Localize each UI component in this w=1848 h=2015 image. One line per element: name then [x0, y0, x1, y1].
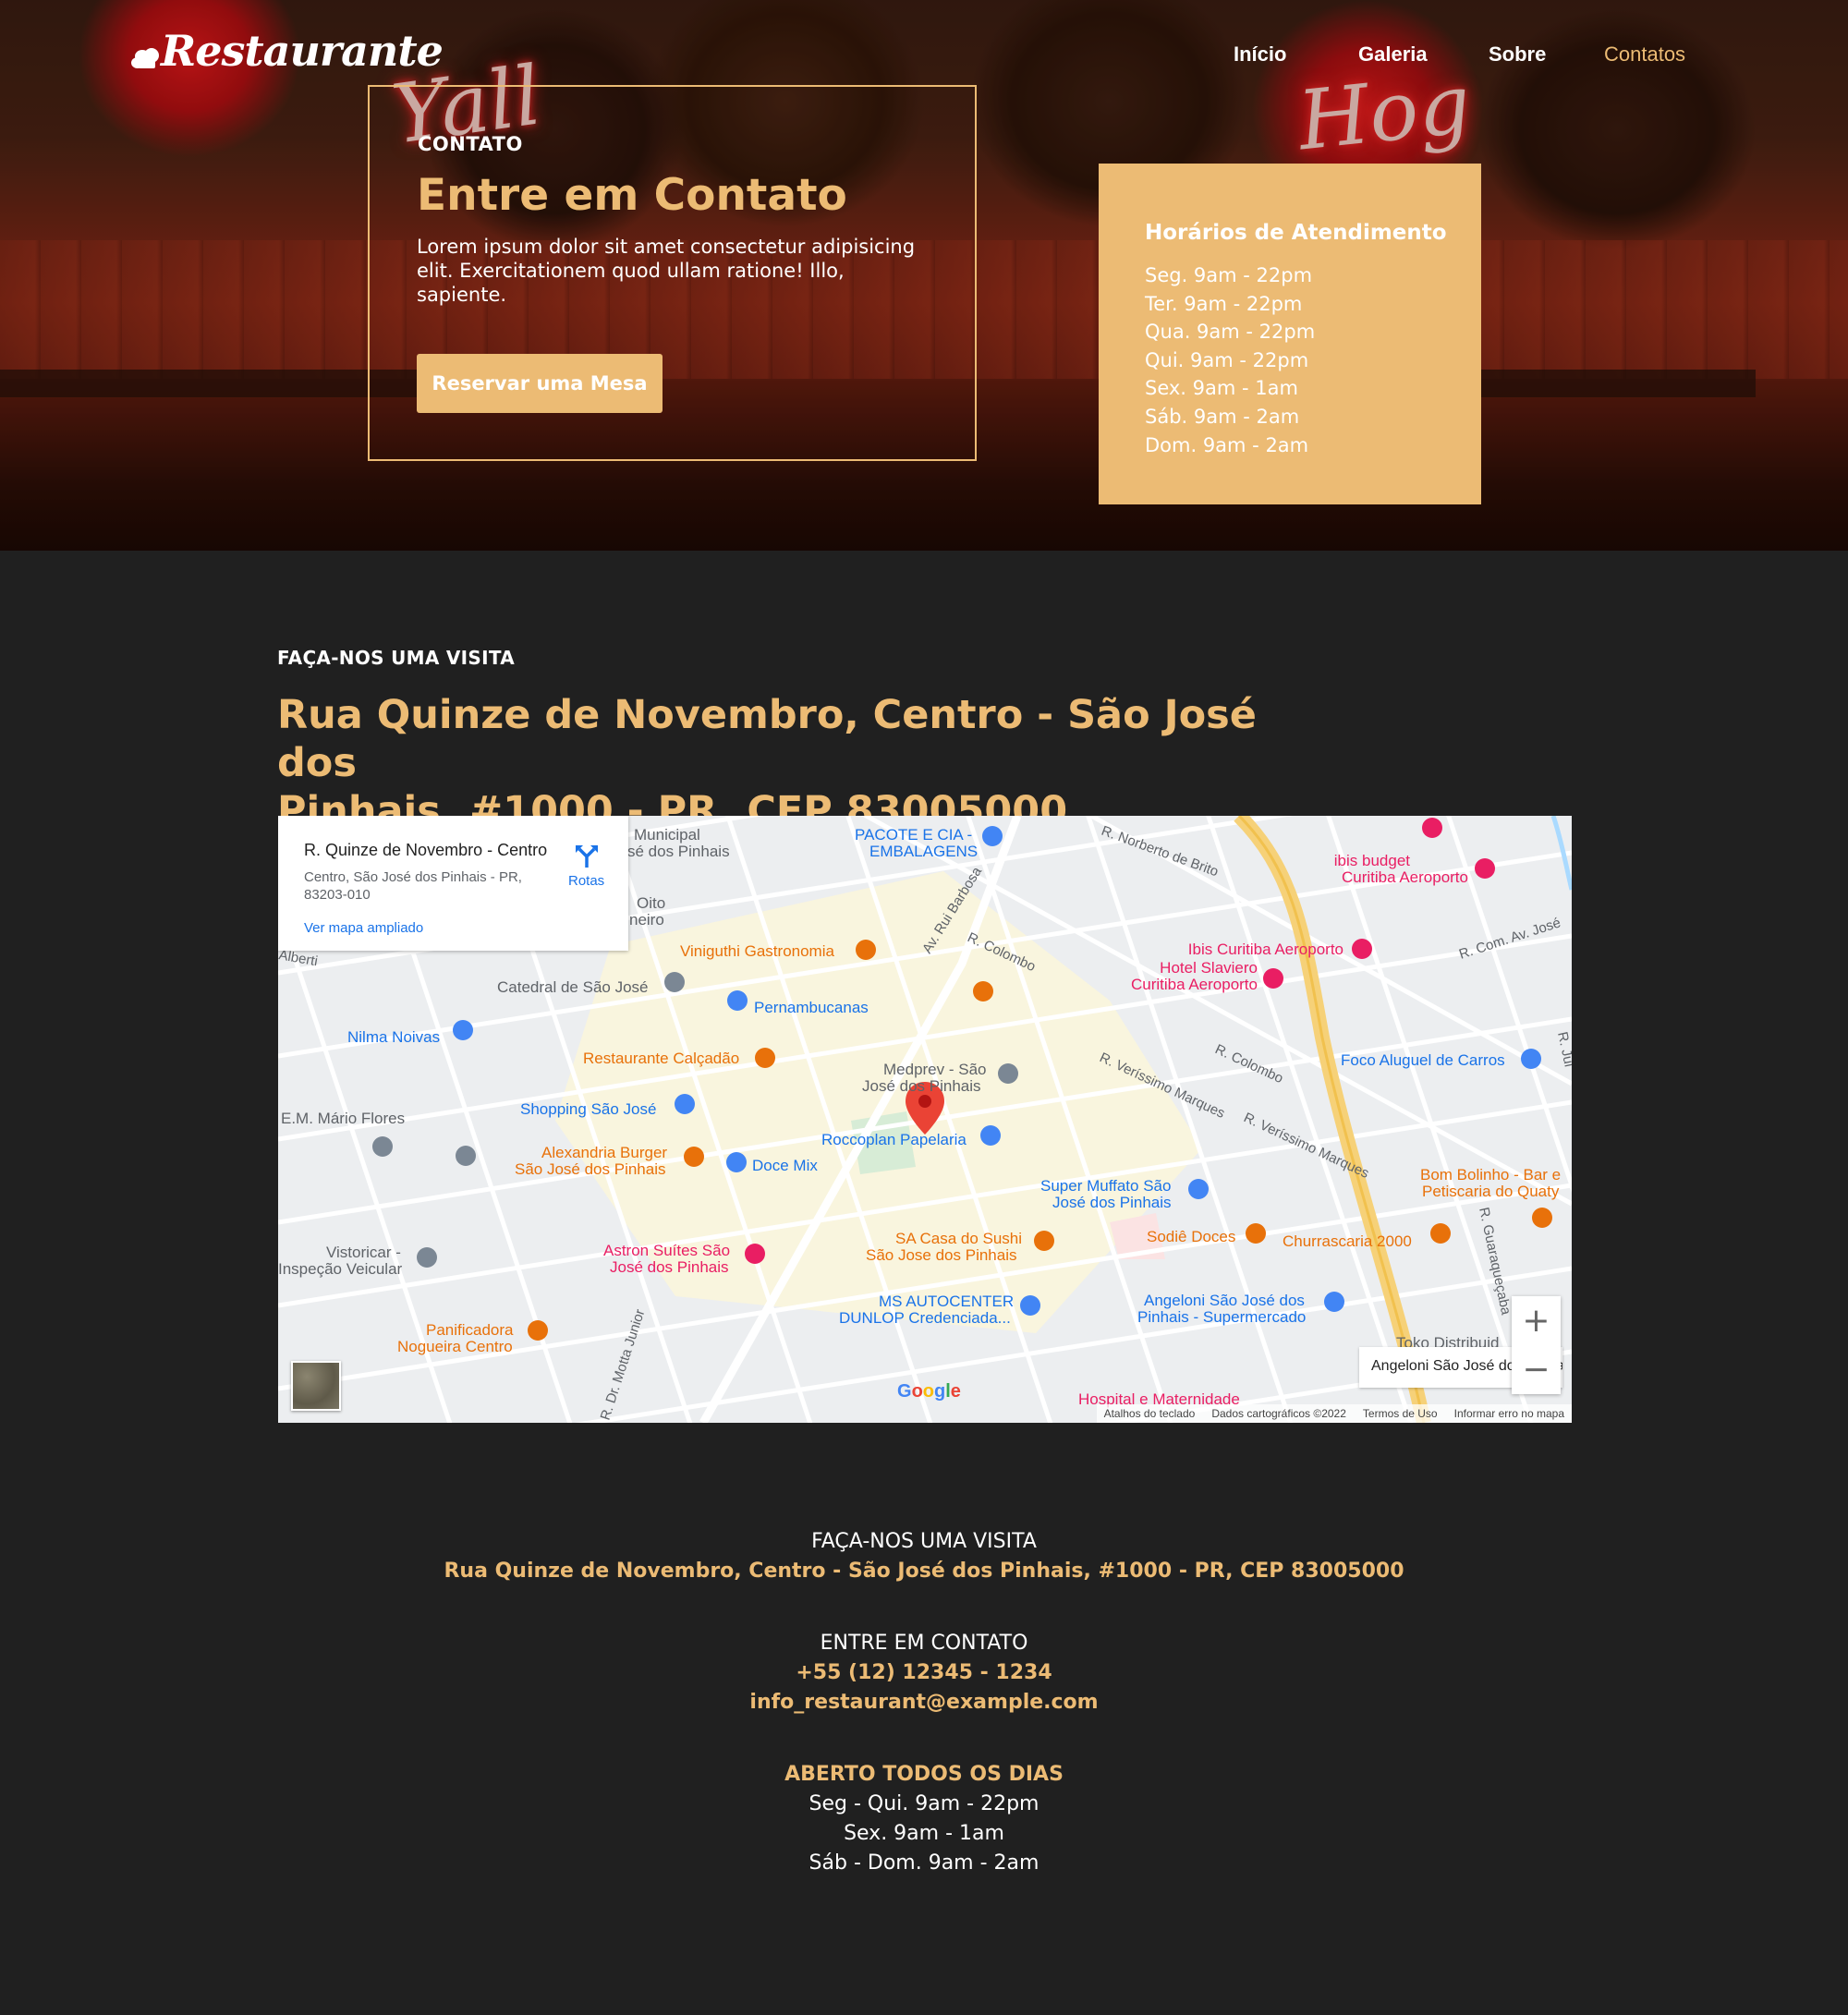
hours-item: Seg. 9am - 22pm: [1145, 264, 1313, 286]
svg-text:Doce Mix: Doce Mix: [752, 1157, 818, 1174]
terms-link[interactable]: Termos de Uso: [1363, 1407, 1438, 1423]
directions-icon[interactable]: [574, 844, 600, 869]
google-logo: Google: [897, 1381, 961, 1402]
svg-text:Sodiê Doces: Sodiê Doces: [1147, 1228, 1235, 1245]
nav-item-sobre[interactable]: Sobre: [1489, 42, 1604, 67]
svg-text:Astron Suítes São: Astron Suítes São: [603, 1242, 730, 1259]
svg-text:Alexandria Burger: Alexandria Burger: [541, 1144, 667, 1161]
directions-label[interactable]: Rotas: [568, 873, 604, 889]
info-hours-line: Sex. 9am - 1am: [844, 1822, 1004, 1845]
map-zoom-controls: + −: [1512, 1296, 1561, 1394]
report-error-link[interactable]: Informar erro no mapa: [1454, 1407, 1564, 1423]
hours-item: Dom. 9am - 2am: [1145, 433, 1309, 456]
opening-hours-card: Horários de Atendimento Seg. 9am - 22pm …: [1099, 164, 1481, 504]
visit-eyebrow: FAÇA-NOS UMA VISITA: [277, 647, 516, 669]
info-phone[interactable]: +55 (12) 12345 - 1234: [0, 1658, 1848, 1688]
svg-text:Panificadora: Panificadora: [426, 1321, 514, 1339]
svg-text:Petiscaria do Quaty: Petiscaria do Quaty: [1422, 1183, 1560, 1200]
svg-text:Ibis Curitiba Aeroporto: Ibis Curitiba Aeroporto: [1188, 941, 1343, 958]
info-email[interactable]: info_restaurant@example.com: [0, 1688, 1848, 1718]
visit-address: Rua Quinze de Novembro, Centro - São Jos…: [277, 691, 1294, 835]
satellite-view-toggle[interactable]: [291, 1361, 341, 1411]
map-place-address: Centro, São José dos Pinhais - PR, 83203…: [304, 869, 522, 903]
svg-text:Pernambucanas: Pernambucanas: [754, 999, 869, 1016]
hours-item: Sex. 9am - 1am: [1145, 377, 1298, 400]
svg-text:Restaurante Calçadão: Restaurante Calçadão: [583, 1050, 739, 1067]
svg-text:Bom Bolinho - Bar e: Bom Bolinho - Bar e: [1420, 1166, 1561, 1184]
zoom-in-button[interactable]: +: [1512, 1296, 1561, 1345]
svg-text:sé dos Pinhais: sé dos Pinhais: [627, 843, 730, 860]
svg-text:Inspeção Veicular: Inspeção Veicular: [278, 1260, 403, 1278]
map-place-title: R. Quinze de Novembro - Centro: [304, 841, 548, 859]
svg-text:ibis budget: ibis budget: [1334, 852, 1411, 869]
svg-text:Nogueira Centro: Nogueira Centro: [397, 1338, 513, 1355]
info-hours-heading: ABERTO TODOS OS DIAS: [784, 1763, 1064, 1786]
nav-item-contatos[interactable]: Contatos: [1604, 42, 1685, 67]
logo[interactable]: Restaurante: [129, 26, 444, 76]
info-hours-line: Sáb - Dom. 9am - 2am: [808, 1851, 1040, 1875]
opening-hours-list: Seg. 9am - 22pm Ter. 9am - 22pm Qua. 9am…: [1145, 261, 1315, 459]
info-contact: ENTRE EM CONTATO +55 (12) 12345 - 1234 i…: [0, 1629, 1848, 1718]
contact-description: Lorem ipsum dolor sit amet consectetur a…: [417, 236, 916, 306]
svg-text:Roccoplan Papelaria: Roccoplan Papelaria: [821, 1131, 967, 1148]
map-attribution: Atalhos do teclado Dados cartográficos ©…: [1096, 1404, 1572, 1423]
svg-text:DUNLOP Credenciada...: DUNLOP Credenciada...: [839, 1309, 1011, 1327]
hours-item: Ter. 9am - 22pm: [1145, 292, 1303, 315]
keyboard-shortcuts-link[interactable]: Atalhos do teclado: [1104, 1407, 1196, 1423]
svg-text:Super Muffato São: Super Muffato São: [1040, 1177, 1171, 1195]
svg-text:José dos Pinhais: José dos Pinhais: [1052, 1194, 1172, 1211]
svg-text:Medprev - São: Medprev - São: [883, 1061, 987, 1078]
nav-item-galeria[interactable]: Galeria: [1358, 42, 1489, 67]
page-title: Entre em Contato: [417, 170, 847, 221]
map-data-credit: Dados cartográficos ©2022: [1211, 1407, 1346, 1420]
svg-text:Nilma Noivas: Nilma Noivas: [347, 1028, 440, 1046]
svg-text:Pinhais - Supermercado: Pinhais - Supermercado: [1137, 1308, 1306, 1326]
info-visit: FAÇA-NOS UMA VISITA Rua Quinze de Novemb…: [0, 1527, 1848, 1586]
hours-item: Qua. 9am - 22pm: [1145, 321, 1316, 344]
info-hours: ABERTO TODOS OS DIAS Seg - Qui. 9am - 22…: [0, 1760, 1848, 1878]
svg-text:PACOTE E CIA -: PACOTE E CIA -: [855, 826, 972, 844]
svg-text:José dos Pinhais: José dos Pinhais: [862, 1077, 981, 1095]
svg-text:José dos Pinhais: José dos Pinhais: [610, 1258, 729, 1276]
svg-text:EMBALAGENS: EMBALAGENS: [869, 843, 978, 860]
svg-text:Foco Aluguel de Carros: Foco Aluguel de Carros: [1341, 1051, 1505, 1069]
svg-text:Oito: Oito: [637, 894, 665, 912]
svg-text:Shopping São José: Shopping São José: [520, 1100, 656, 1118]
info-visit-address: Rua Quinze de Novembro, Centro - São Jos…: [444, 1560, 1404, 1583]
svg-text:Curitiba Aeroporto: Curitiba Aeroporto: [1342, 868, 1468, 886]
svg-text:Churrascaria 2000: Churrascaria 2000: [1283, 1232, 1412, 1250]
svg-text:Municipal: Municipal: [634, 826, 700, 844]
hours-item: Sáb. 9am - 2am: [1145, 405, 1300, 428]
contact-eyebrow: CONTATO: [418, 133, 523, 155]
svg-text:São José dos Pinhais: São José dos Pinhais: [515, 1160, 666, 1178]
opening-hours-title: Horários de Atendimento: [1145, 221, 1447, 245]
svg-text:Catedral de São José: Catedral de São José: [497, 978, 649, 996]
svg-text:São Jose dos Pinhais: São Jose dos Pinhais: [866, 1246, 1017, 1264]
svg-text:MS AUTOCENTER: MS AUTOCENTER: [879, 1293, 1014, 1310]
google-map[interactable]: PACOTE E CIA - EMBALAGENS R. Norberto de…: [278, 816, 1572, 1423]
chef-hat-icon: [129, 48, 163, 76]
main-nav: Início Galeria Sobre Contatos: [1234, 42, 1685, 67]
zoom-out-button[interactable]: −: [1512, 1345, 1561, 1394]
svg-text:SA Casa do Sushi: SA Casa do Sushi: [895, 1230, 1022, 1247]
info-hours-line: Seg - Qui. 9am - 22pm: [808, 1792, 1040, 1815]
reserve-table-button[interactable]: Reservar uma Mesa: [417, 354, 663, 413]
logo-text: Restaurante: [161, 26, 444, 76]
svg-text:Vistoricar -: Vistoricar -: [326, 1244, 401, 1261]
map-info-card: R. Quinze de Novembro - Centro Centro, S…: [278, 816, 628, 951]
svg-text:E.M. Mário Flores: E.M. Mário Flores: [281, 1110, 405, 1127]
svg-text:neiro: neiro: [629, 911, 664, 929]
svg-text:Viniguthi Gastronomia: Viniguthi Gastronomia: [680, 942, 834, 960]
hours-item: Qui. 9am - 22pm: [1145, 348, 1309, 371]
info-visit-heading: FAÇA-NOS UMA VISITA: [811, 1530, 1037, 1553]
svg-text:Angeloni São José dos: Angeloni São José dos: [1144, 1292, 1305, 1309]
svg-text:Curitiba Aeroporto: Curitiba Aeroporto: [1131, 976, 1258, 993]
view-larger-map-link[interactable]: Ver mapa ampliado: [304, 920, 423, 936]
svg-text:Hotel Slaviero: Hotel Slaviero: [1160, 959, 1258, 977]
visit-address-line: Rua Quinze de Novembro, Centro - São Jos…: [277, 692, 1257, 786]
nav-item-inicio[interactable]: Início: [1234, 42, 1358, 67]
info-contact-heading: ENTRE EM CONTATO: [820, 1632, 1028, 1655]
